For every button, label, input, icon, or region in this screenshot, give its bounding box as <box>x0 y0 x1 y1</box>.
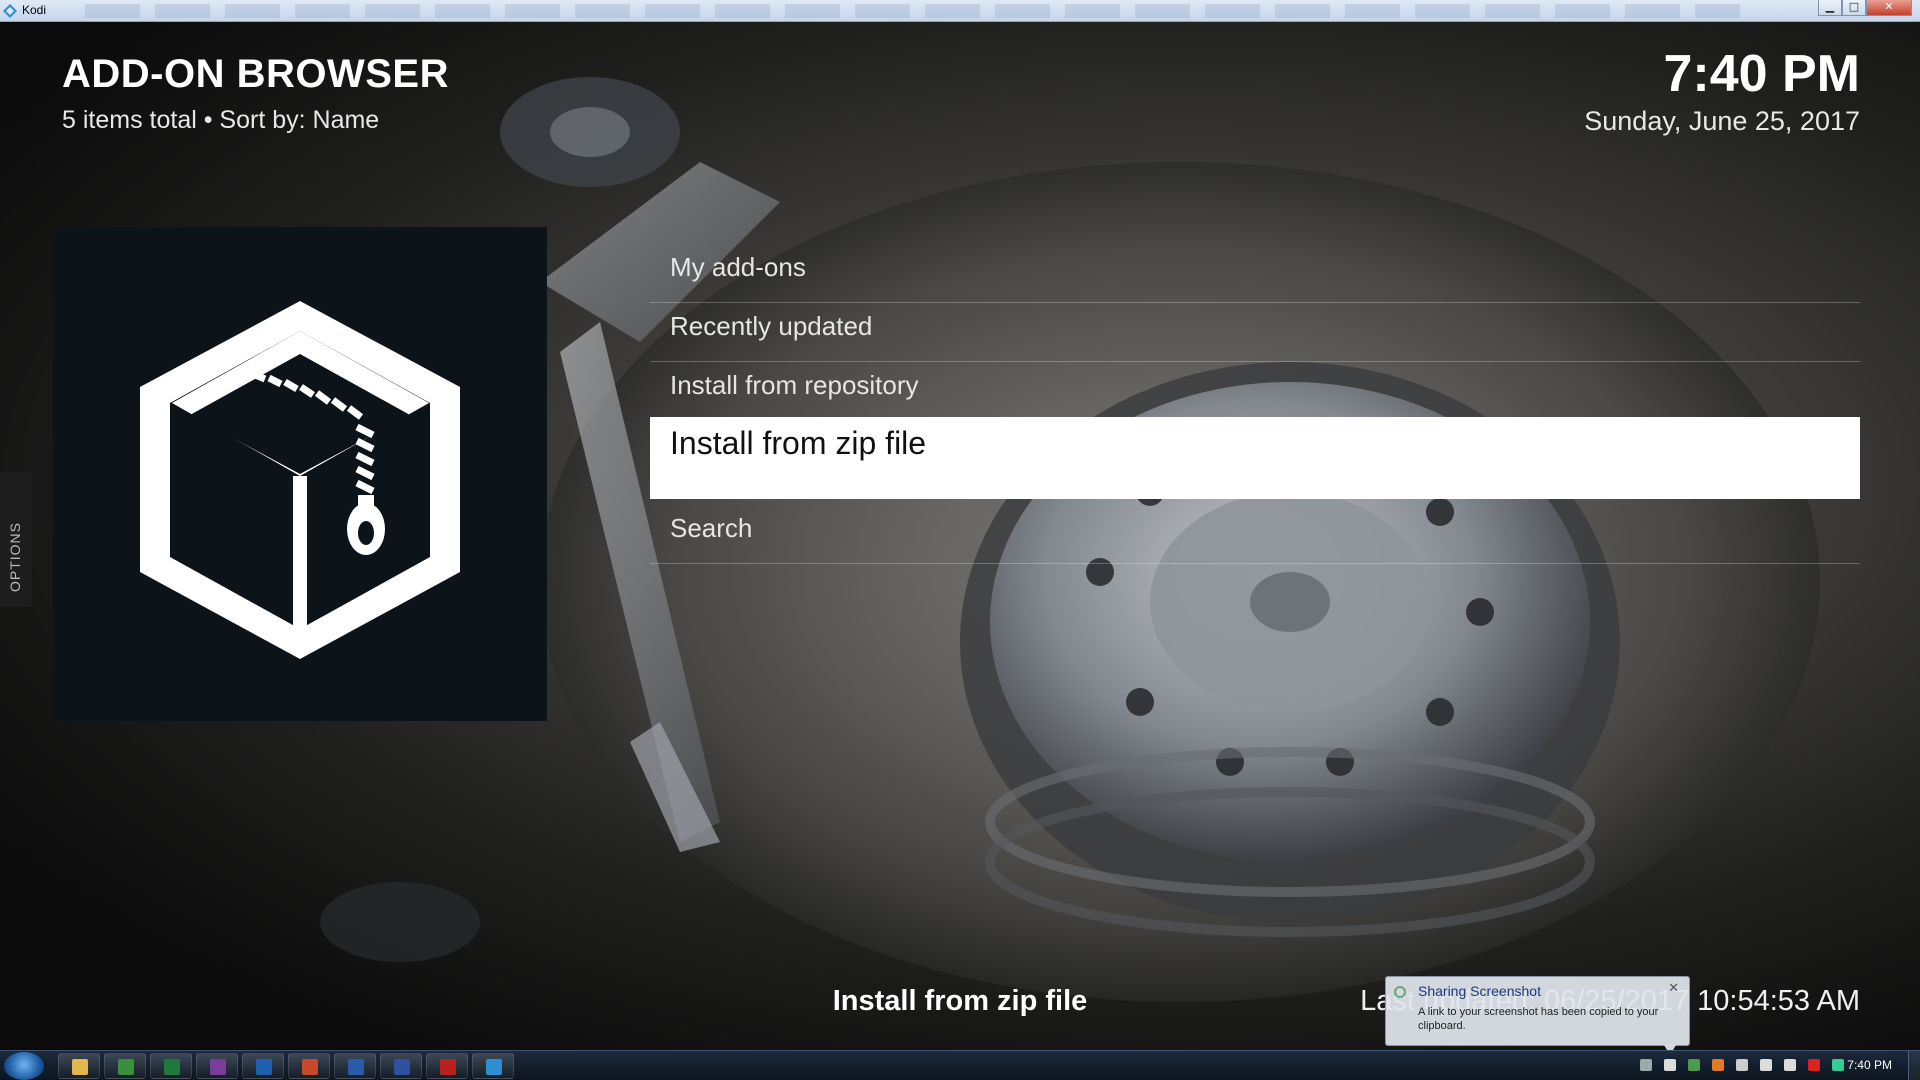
notification-close-icon[interactable]: ✕ <box>1668 981 1679 996</box>
system-tray: 7:40 PM <box>1620 1051 1920 1080</box>
close-button[interactable]: ✕ <box>1866 0 1912 16</box>
kodi-icon <box>3 4 17 18</box>
item-count-sort-label: 5 items total • Sort by: Name <box>62 106 380 134</box>
network-icon[interactable] <box>1760 1059 1772 1071</box>
visio-icon <box>394 1059 410 1075</box>
taskbar-app-explorer[interactable] <box>58 1053 100 1079</box>
outlook-icon <box>256 1059 272 1075</box>
date: Sunday, June 25, 2017 <box>1584 106 1860 136</box>
windows-taskbar: 7:40 PM <box>0 1050 1920 1080</box>
sharing-tray-icon[interactable] <box>1688 1059 1700 1071</box>
taskbar-app-powerpoint[interactable] <box>288 1053 330 1079</box>
menu-item-label: Search <box>670 513 753 543</box>
taskbar-app-chrome[interactable] <box>104 1053 146 1079</box>
chrome-icon <box>118 1059 134 1075</box>
taskbar-app-kodi[interactable] <box>472 1053 514 1079</box>
taskbar-app-visio[interactable] <box>380 1053 422 1079</box>
app-tray-icon[interactable] <box>1712 1059 1724 1071</box>
action-center-flag-icon[interactable] <box>1664 1059 1676 1071</box>
menu-item-label: My add-ons <box>670 252 806 282</box>
start-button[interactable] <box>4 1052 44 1080</box>
show-desktop-button[interactable] <box>1908 1051 1920 1080</box>
zip-package-preview <box>53 227 547 721</box>
taskbar-app-onenote[interactable] <box>196 1053 238 1079</box>
volume-icon[interactable] <box>1784 1059 1796 1071</box>
minimize-button[interactable]: ▁ <box>1818 0 1842 16</box>
menu-item-install-from-zip-file[interactable]: Install from zip file <box>650 417 1860 499</box>
onenote-icon <box>210 1059 226 1075</box>
taskbar-app-excel[interactable] <box>150 1053 192 1079</box>
filezilla-icon <box>440 1059 456 1075</box>
taskbar-app-filezilla[interactable] <box>426 1053 468 1079</box>
word-icon <box>348 1059 364 1075</box>
zip-package-icon <box>140 301 460 659</box>
menu-item-label: Recently updated <box>670 311 873 341</box>
sharing-screenshot-notification[interactable]: Sharing Screenshot ✕ A link to your scre… <box>1385 976 1690 1055</box>
menu-item-install-from-repository[interactable]: Install from repository <box>650 362 1860 421</box>
options-label: OPTIONS <box>7 521 23 592</box>
window-title-bar: Kodi ▁ □ ✕ <box>0 0 1920 22</box>
device-tray-icon[interactable] <box>1736 1059 1748 1071</box>
menu-item-recently-updated[interactable]: Recently updated <box>650 303 1860 362</box>
share-icon <box>1394 986 1406 998</box>
google-drive-icon[interactable] <box>1832 1059 1844 1071</box>
show-hidden-icons-icon[interactable] <box>1640 1059 1652 1071</box>
taskbar-app-word[interactable] <box>334 1053 376 1079</box>
taskbar-app-outlook[interactable] <box>242 1053 284 1079</box>
window-title: Kodi <box>22 3 47 17</box>
kodi-taskbar-icon <box>486 1059 502 1075</box>
excel-icon <box>164 1059 180 1075</box>
clock: 7:40 PM <box>1663 45 1860 103</box>
powerpoint-icon <box>302 1059 318 1075</box>
menu-item-label: Install from repository <box>670 370 919 400</box>
menu-item-label: Install from zip file <box>670 425 927 461</box>
antivirus-icon[interactable] <box>1808 1059 1820 1071</box>
page-title: ADD-ON BROWSER <box>62 52 449 96</box>
notification-text: A link to your screenshot has been copie… <box>1418 1006 1659 1032</box>
taskbar-clock[interactable]: 7:40 PM <box>1847 1058 1892 1072</box>
window-title-background-tabs <box>85 4 1740 18</box>
options-side-tab[interactable]: OPTIONS <box>0 472 32 607</box>
menu-item-search[interactable]: Search <box>650 505 1860 564</box>
addon-browser-menu: My add-ons Recently updated Install from… <box>650 244 1860 564</box>
maximize-button[interactable]: □ <box>1842 0 1866 16</box>
menu-item-my-addons[interactable]: My add-ons <box>650 244 1860 303</box>
explorer-icon <box>72 1059 88 1075</box>
notification-title: Sharing Screenshot <box>1418 983 1541 999</box>
